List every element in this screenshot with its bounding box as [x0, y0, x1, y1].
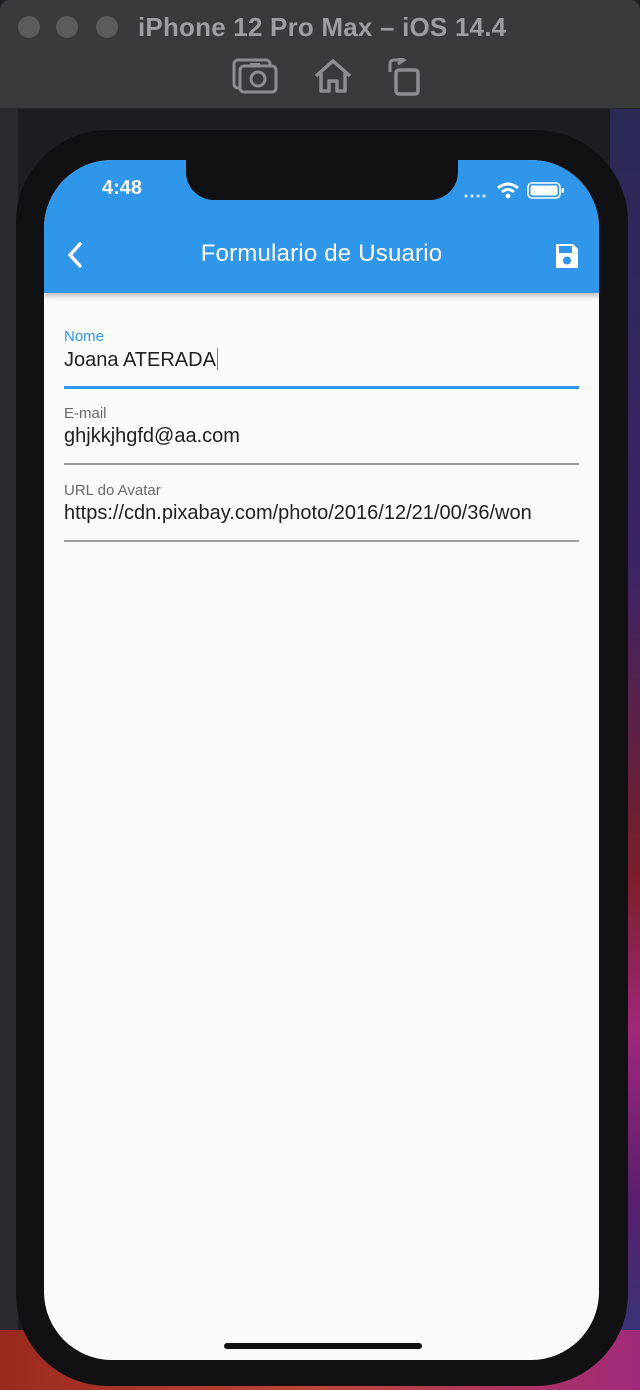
email-field-value[interactable]: ghjkkjhgfd@aa.com [64, 425, 579, 448]
home-indicator[interactable] [224, 1343, 422, 1349]
page-title: Formulario de Usuario [200, 240, 443, 267]
notch [186, 160, 458, 200]
app-screen: 4:48 Formulario de Usuario Nome Joana AT… [44, 160, 599, 1360]
battery-icon [527, 182, 564, 199]
save-icon [556, 244, 578, 268]
signal-icon [464, 194, 486, 198]
name-field-label: Nome [64, 328, 105, 345]
name-field-underline [64, 386, 579, 389]
avatar-url-field-label: URL do Avatar [64, 482, 161, 499]
email-field-label: E-mail [64, 405, 107, 422]
avatar-url-field-value[interactable]: https://cdn.pixabay.com/photo/2016/12/21… [64, 502, 579, 525]
minimize-window-button[interactable] [56, 16, 78, 38]
window-title: iPhone 12 Pro Max – iOS 14.4 [138, 12, 507, 42]
avatar-url-field-underline [64, 540, 579, 542]
wifi-icon [497, 182, 519, 199]
zoom-window-button[interactable] [96, 16, 118, 38]
simulator-title-bar: iPhone 12 Pro Max – iOS 14.4 [0, 0, 640, 109]
name-field-value[interactable]: Joana ATERADA [64, 349, 216, 371]
home-icon[interactable] [312, 58, 354, 94]
save-button[interactable] [554, 242, 580, 270]
name-field[interactable]: Nome Joana ATERADA [64, 328, 579, 389]
status-icons [464, 180, 574, 205]
text-caret [216, 348, 218, 370]
avatar-url-field[interactable]: URL do Avatar https://cdn.pixabay.com/ph… [64, 482, 579, 542]
status-time: 4:48 [102, 177, 143, 199]
email-field[interactable]: E-mail ghjkkjhgfd@aa.com [64, 405, 579, 465]
rotate-icon[interactable] [386, 58, 422, 96]
screenshot-icon[interactable] [232, 58, 278, 94]
email-field-underline [64, 463, 579, 465]
close-window-button[interactable] [18, 16, 40, 38]
